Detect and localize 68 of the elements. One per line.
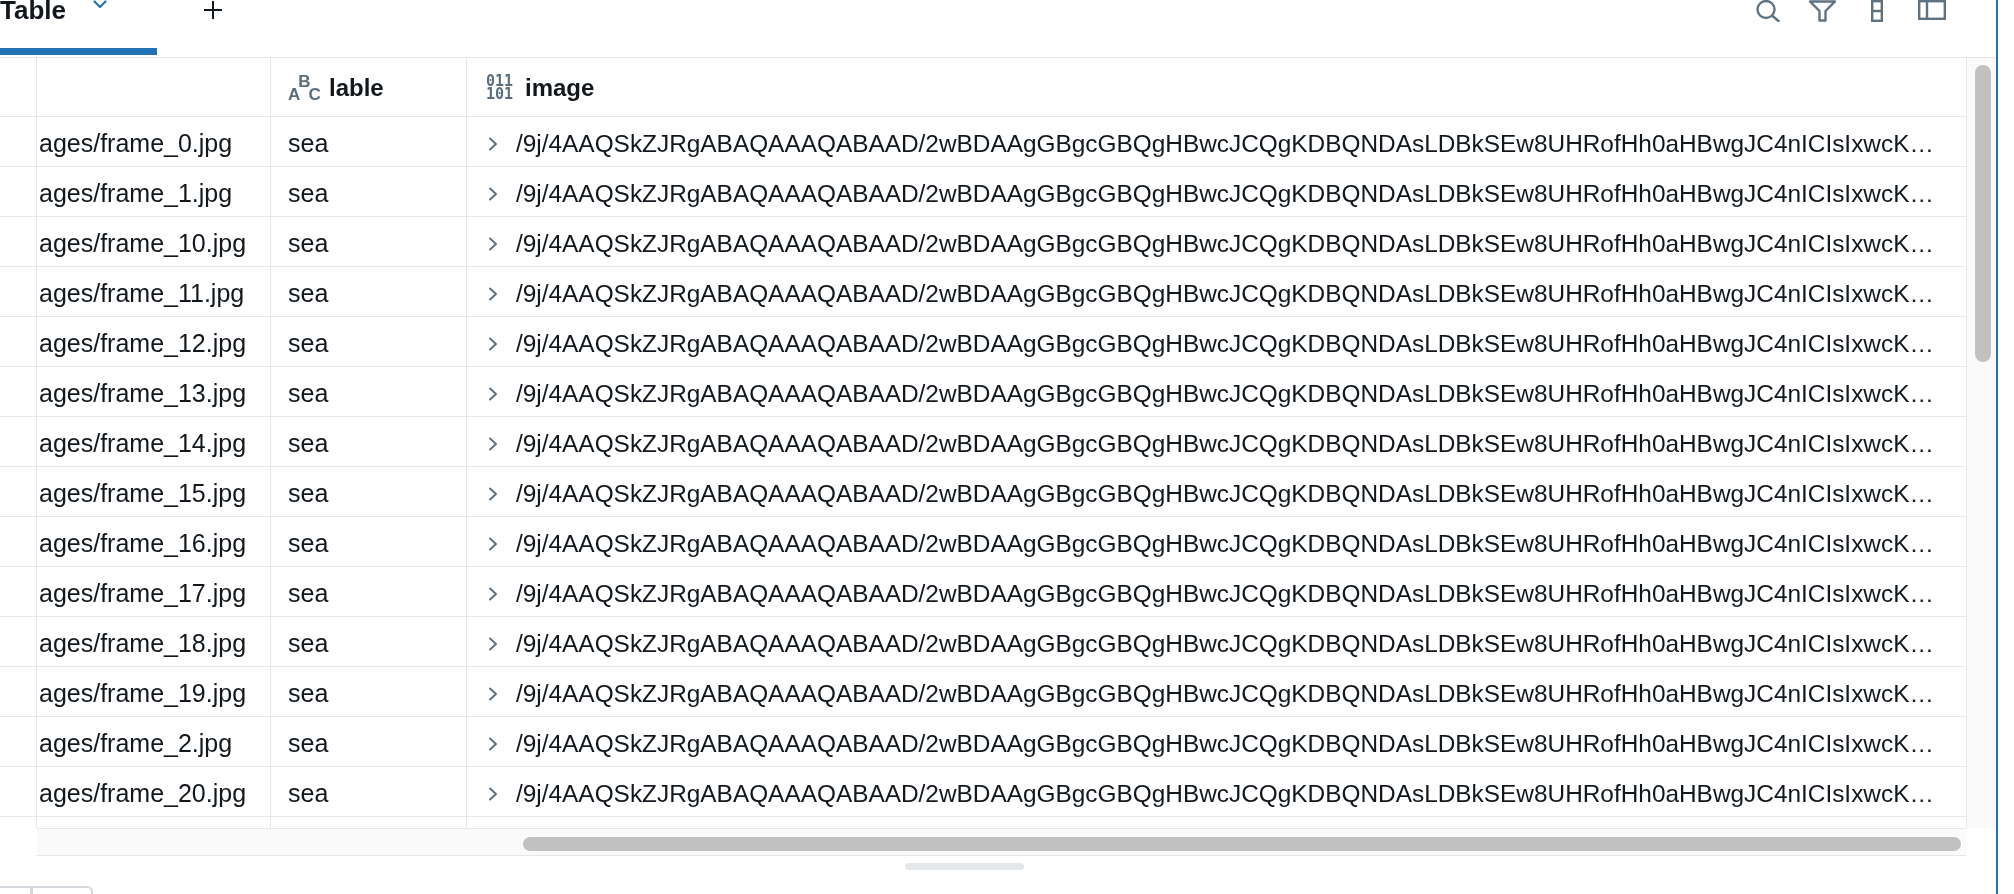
column-header: lable <box>329 74 384 102</box>
binary-type-icon: 011 101 <box>486 75 514 101</box>
table-cell-text: ages/frame_1.jpg <box>38 178 234 209</box>
base64-text: /9j/4AAQSkZJRgABAQAAAQABAAD/2wBDAAgGBgcGBQgHBwcJCQgKDBQNDAsLDBkSEw8UHRofHh0aHBwgJC4nICIsIxwcK… <box>516 279 1934 308</box>
scrollbar-thumb[interactable] <box>523 837 1961 851</box>
table-cell-text: sea <box>287 428 330 459</box>
table-cell-text: ages/frame_15.jpg <box>38 478 248 509</box>
base64-text: /9j/4AAQSkZJRgABAQAAAQABAAD/2wBDAAgGBgcGBQgHBwcJCQgKDBQNDAsLDBkSEw8UHRofHh0aHBwgJC4nICIsIxwcK… <box>516 729 1934 758</box>
base64-text: /9j/4AAQSkZJRgABAQAAAQABAAD/2wBDAAgGBgcGBQgHBwcJCQgKDBQNDAsLDBkSEw8UHRofHh0aHBwgJC4nICIsIxwcK… <box>516 329 1934 358</box>
base64-text: /9j/4AAQSkZJRgABAQAAAQABAAD/2wBDAAgGBgcGBQgHBwcJCQgKDBQNDAsLDBkSEw8UHRofHh0aHBwgJC4nICIsIxwcK… <box>516 229 1934 258</box>
chevron-icon[interactable] <box>488 136 498 151</box>
base64-text: /9j/4AAQSkZJRgABAQAAAQABAAD/2wBDAAgGBgcGBQgHBwcJCQgKDBQNDAsLDBkSEw8UHRofHh0aHBwgJC4nICIsIxwcK… <box>516 679 1934 708</box>
table-cell-text: sea <box>287 478 330 509</box>
base64-text: /9j/4AAQSkZJRgABAQAAAQABAAD/2wBDAAgGBgcGBQgHBwcJCQgKDBQNDAsLDBkSEw8UHRofHh0aHBwgJC4nICIsIxwcK… <box>516 179 1934 208</box>
base64-text: /9j/4AAQSkZJRgABAQAAAQABAAD/2wBDAAgGBgcGBQgHBwcJCQgKDBQNDAsLDBkSEw8UHRofHh0aHBwgJC4nICIsIxwcK… <box>516 629 1934 658</box>
base64-text: /9j/4AAQSkZJRgABAQAAAQABAAD/2wBDAAgGBgcGBQgHBwcJCQgKDBQNDAsLDBkSEw8UHRofHh0aHBwgJC4nICIsIxwcK… <box>516 529 1934 558</box>
table-cell-text: ages/frame_2.jpg <box>38 728 234 759</box>
base64-text: /9j/4AAQSkZJRgABAQAAAQABAAD/2wBDAAgGBgcGBQgHBwcJCQgKDBQNDAsLDBkSEw8UHRofHh0aHBwgJC4nICIsIxwcK… <box>516 429 1934 458</box>
table-cell-text: sea <box>287 728 330 759</box>
column-icon[interactable] <box>1871 0 1883 22</box>
filter-icon[interactable] <box>1808 0 1837 22</box>
table-cell-text: ages/frame_10.jpg <box>38 228 248 259</box>
base64-text: /9j/4AAQSkZJRgABAQAAAQABAAD/2wBDAAgGBgcGBQgHBwcJCQgKDBQNDAsLDBkSEw8UHRofHh0aHBwgJC4nICIsIxwcK… <box>516 479 1934 508</box>
chevron-icon[interactable] <box>488 186 498 201</box>
chevron-icon[interactable] <box>488 336 498 351</box>
table-cell-text: sea <box>287 328 330 359</box>
table-cell-text: ages/frame_16.jpg <box>38 528 248 559</box>
sidebar-icon[interactable] <box>1918 0 1946 20</box>
table-cell-text: ages/frame_17.jpg <box>38 578 248 609</box>
text-type-icon: A B C <box>288 75 318 101</box>
table-cell-text: sea <box>287 628 330 659</box>
table-cell-text: sea <box>287 178 330 209</box>
table-cell-text: ages/frame_14.jpg <box>38 428 248 459</box>
caret-icon[interactable] <box>93 0 107 9</box>
chevron-icon[interactable] <box>488 236 498 251</box>
table-cell-text: sea <box>287 778 330 809</box>
column-header: image <box>525 74 595 102</box>
table-cell-text: sea <box>287 278 330 309</box>
base64-text: /9j/4AAQSkZJRgABAQAAAQABAAD/2wBDAAgGBgcGBQgHBwcJCQgKDBQNDAsLDBkSEw8UHRofHh0aHBwgJC4nICIsIxwcK… <box>516 579 1934 608</box>
chevron-icon[interactable] <box>488 686 498 701</box>
chevron-icon[interactable] <box>488 636 498 651</box>
resize-handle[interactable] <box>905 863 1024 870</box>
table-cell-text: ages/frame_13.jpg <box>38 378 248 409</box>
table-cell-text: sea <box>287 378 330 409</box>
chevron-icon[interactable] <box>488 786 498 801</box>
table-cell-text: sea <box>287 578 330 609</box>
table-cell-text: sea <box>287 228 330 259</box>
table-cell-text: ages/frame_18.jpg <box>38 628 248 659</box>
base64-text: /9j/4AAQSkZJRgABAQAAAQABAAD/2wBDAAgGBgcGBQgHBwcJCQgKDBQNDAsLDBkSEw8UHRofHh0aHBwgJC4nICIsIxwcK… <box>516 129 1934 158</box>
table-cell-text: ages/frame_0.jpg <box>38 128 234 159</box>
chevron-icon[interactable] <box>488 486 498 501</box>
chevron-icon[interactable] <box>488 436 498 451</box>
chevron-icon[interactable] <box>488 586 498 601</box>
chevron-icon[interactable] <box>488 536 498 551</box>
table-cell-text: sea <box>287 128 330 159</box>
chevron-icon[interactable] <box>488 386 498 401</box>
scrollbar-thumb[interactable] <box>1975 65 1991 362</box>
chevron-icon[interactable] <box>488 286 498 301</box>
table-cell-text: ages/frame_12.jpg <box>38 328 248 359</box>
table-cell-text: ages/frame_20.jpg <box>38 778 248 809</box>
table-cell-text: ages/frame_11.jpg <box>38 278 246 309</box>
table-cell-text: sea <box>287 528 330 559</box>
table-cell-text: sea <box>287 678 330 709</box>
plus-icon[interactable] <box>203 0 223 20</box>
chevron-icon[interactable] <box>488 736 498 751</box>
base64-text: /9j/4AAQSkZJRgABAQAAAQABAAD/2wBDAAgGBgcGBQgHBwcJCQgKDBQNDAsLDBkSEw8UHRofHh0aHBwgJC4nICIsIxwcK… <box>516 779 1934 808</box>
base64-text: /9j/4AAQSkZJRgABAQAAAQABAAD/2wBDAAgGBgcGBQgHBwcJCQgKDBQNDAsLDBkSEw8UHRofHh0aHBwgJC4nICIsIxwcK… <box>516 379 1934 408</box>
table-cell-text: ages/frame_19.jpg <box>38 678 248 709</box>
